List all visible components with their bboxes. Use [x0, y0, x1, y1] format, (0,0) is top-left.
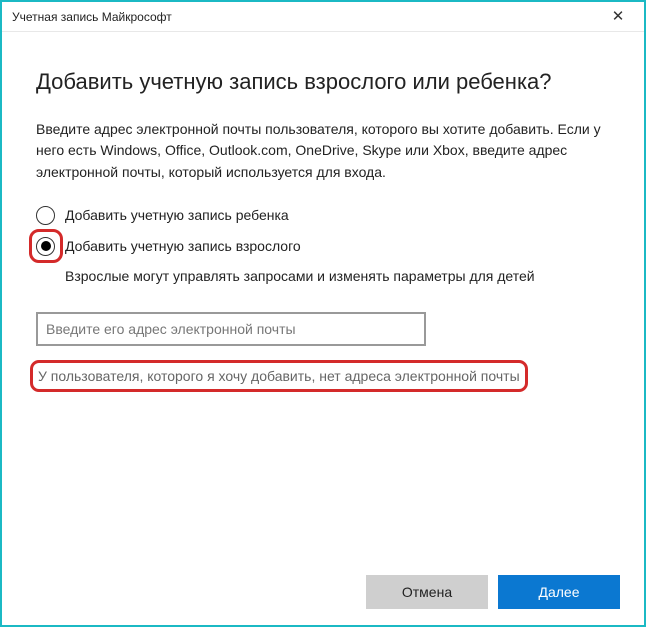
page-description: Введите адрес электронной почты пользова… [36, 119, 610, 184]
dialog-footer: Отмена Далее [366, 575, 620, 609]
close-icon[interactable]: ✕ [604, 3, 632, 31]
next-button[interactable]: Далее [498, 575, 620, 609]
radio-label-child: Добавить учетную запись ребенка [65, 207, 289, 223]
titlebar: Учетная запись Майкрософт ✕ [2, 2, 644, 32]
dialog-content: Добавить учетную запись взрослого или ре… [2, 32, 644, 388]
account-type-radio-group: Добавить учетную запись ребенка Добавить… [36, 206, 610, 256]
radio-adult-account[interactable]: Добавить учетную запись взрослого [36, 237, 610, 256]
radio-label-adult: Добавить учетную запись взрослого [65, 238, 301, 254]
no-email-link[interactable]: У пользователя, которого я хочу добавить… [36, 364, 522, 388]
cancel-button[interactable]: Отмена [366, 575, 488, 609]
window-title: Учетная запись Майкрософт [12, 10, 172, 24]
radio-icon [36, 206, 55, 225]
email-input[interactable] [36, 312, 426, 346]
page-heading: Добавить учетную запись взрослого или ре… [36, 68, 610, 97]
no-email-link-wrap: У пользователя, которого я хочу добавить… [36, 364, 522, 388]
radio-icon [36, 237, 55, 256]
radio-child-account[interactable]: Добавить учетную запись ребенка [36, 206, 610, 225]
adult-hint-text: Взрослые могут управлять запросами и изм… [65, 268, 610, 284]
